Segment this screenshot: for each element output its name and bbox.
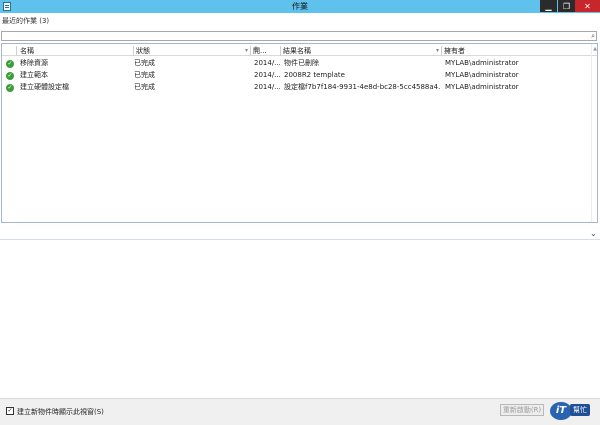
column-header-label: 擁有者 xyxy=(444,47,465,55)
footer-bar: ✓ 建立新物件時顯示此視窗(S) 重新啟動(R) xyxy=(0,398,600,425)
job-name: 移除資源 xyxy=(20,59,48,67)
jobs-grid: 名稱 狀態 ▾ ▲ 開... 結果名稱 ▾ 擁有者 ✓ 移除資源 已完成 201… xyxy=(1,43,598,223)
job-name: 建立硬體設定檔 xyxy=(20,83,69,91)
show-window-checkbox[interactable]: ✓ xyxy=(6,407,14,415)
vertical-scrollbar[interactable]: ▲ xyxy=(591,44,597,222)
close-button[interactable]: ✕ xyxy=(575,0,600,12)
show-window-checkbox-label[interactable]: 建立新物件時顯示此視窗(S) xyxy=(17,407,104,417)
column-header-started[interactable]: ▲ 開... xyxy=(251,46,281,56)
job-started: 2014/... xyxy=(254,83,280,91)
divider xyxy=(0,239,600,240)
column-header-label: 名稱 xyxy=(20,47,34,55)
chevron-down-icon: ▾ xyxy=(435,47,439,54)
grid-header: 名稱 狀態 ▾ ▲ 開... 結果名稱 ▾ 擁有者 xyxy=(2,46,597,56)
watermark-logo: iT 幫忙 xyxy=(550,401,598,422)
job-started: 2014/... xyxy=(254,71,280,79)
sort-ascending-icon: ▲ xyxy=(254,46,258,51)
job-status: 已完成 xyxy=(134,59,155,67)
maximize-button[interactable]: ❐ xyxy=(558,0,575,12)
table-row[interactable]: ✓ 建立硬體設定檔 已完成 2014/... 設定檔f7b7f184-9931-… xyxy=(2,82,597,93)
column-header-name[interactable]: 名稱 xyxy=(17,46,134,56)
search-input[interactable]: ⌕ xyxy=(1,31,597,41)
job-owner: MYLAB\administrator xyxy=(445,83,519,91)
job-result: 物件已刪除 xyxy=(284,59,319,67)
job-name: 建立範本 xyxy=(20,71,48,79)
minimize-button[interactable]: ▁ xyxy=(540,0,557,12)
recent-jobs-label: 最近的作業 (3) xyxy=(2,17,50,25)
job-owner: MYLAB\administrator xyxy=(445,59,519,67)
table-row[interactable]: ✓ 建立範本 已完成 2014/... 2008R2 template MYLA… xyxy=(2,70,597,81)
column-header-label: 結果名稱 xyxy=(283,47,311,55)
table-row[interactable]: ✓ 移除資源 已完成 2014/... 物件已刪除 MYLAB\administ… xyxy=(2,58,597,69)
window-title: 作業 xyxy=(292,2,308,11)
column-header-label: 狀態 xyxy=(136,47,150,55)
restart-button[interactable]: 重新啟動(R) xyxy=(500,404,544,416)
chevron-down-icon: ▾ xyxy=(244,47,248,54)
job-status: 已完成 xyxy=(134,71,155,79)
success-check-icon: ✓ xyxy=(6,84,14,92)
success-check-icon: ✓ xyxy=(6,60,14,68)
logo-badge: iT xyxy=(550,402,572,420)
column-header-icon[interactable] xyxy=(2,46,17,56)
job-status: 已完成 xyxy=(134,83,155,91)
logo-text: 幫忙 xyxy=(570,404,590,416)
column-header-owner[interactable]: 擁有者 xyxy=(442,46,591,56)
column-header-result[interactable]: 結果名稱 ▾ xyxy=(281,46,442,56)
job-started: 2014/... xyxy=(254,59,280,67)
success-check-icon: ✓ xyxy=(6,72,14,80)
job-result: 設定檔f7b7f184-9931-4e8d-bc28-5cc4588a4... xyxy=(284,83,440,91)
title-bar: 作業 ▁ ❐ ✕ xyxy=(0,0,600,13)
job-result: 2008R2 template xyxy=(284,71,345,79)
expand-details-icon[interactable]: ⌄ xyxy=(590,229,597,238)
search-icon[interactable]: ⌕ xyxy=(591,32,595,40)
job-owner: MYLAB\administrator xyxy=(445,71,519,79)
column-header-status[interactable]: 狀態 ▾ xyxy=(134,46,251,56)
scroll-up-icon[interactable]: ▲ xyxy=(592,46,598,52)
